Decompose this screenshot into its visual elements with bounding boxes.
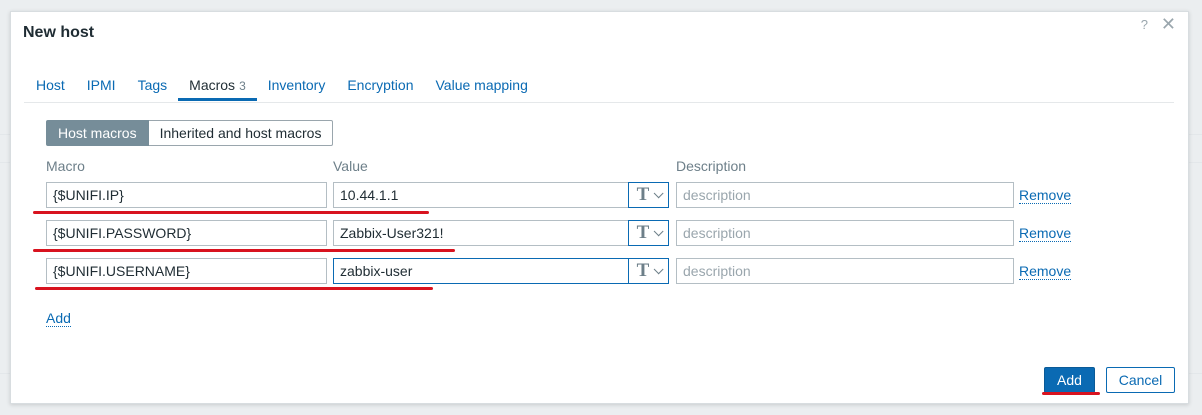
host-macros-button[interactable]: Host macros <box>46 120 149 146</box>
value-type-dropdown[interactable]: T <box>628 182 669 208</box>
remove-macro-link[interactable]: Remove <box>1019 187 1072 204</box>
dialog-title: New host <box>23 24 95 41</box>
chevron-down-icon <box>654 225 664 236</box>
description-column-header: Description <box>676 158 747 174</box>
annotation-underline <box>1042 392 1100 395</box>
tabs-divider <box>24 102 1174 103</box>
text-type-icon: T <box>636 260 650 281</box>
tab-macros-count: 3 <box>239 79 246 93</box>
remove-macro-link[interactable]: Remove <box>1019 225 1072 242</box>
macro-description-input[interactable]: description <box>676 220 1014 246</box>
macro-name-input[interactable]: {$UNIFI.USERNAME} <box>46 258 327 284</box>
chevron-down-icon <box>654 263 664 274</box>
remove-macro-link[interactable]: Remove <box>1019 263 1072 280</box>
value-column-header: Value <box>333 158 368 174</box>
close-icon[interactable]: ✕ <box>1161 14 1176 35</box>
macro-name-input[interactable]: {$UNIFI.IP} <box>46 182 327 208</box>
add-macro-link[interactable]: Add <box>46 310 71 327</box>
annotation-underline <box>33 211 429 214</box>
help-icon[interactable]: ? <box>1141 17 1148 32</box>
annotation-underline <box>35 287 433 290</box>
tab-macros-label: Macros <box>189 77 236 93</box>
new-host-dialog: New host ? ✕ Host IPMI Tags Macros 3 Inve… <box>10 11 1189 404</box>
macro-description-input[interactable]: description <box>676 182 1014 208</box>
tab-ipmi[interactable]: IPMI <box>76 76 127 101</box>
macro-value-input[interactable]: Zabbix-User321! <box>333 220 629 246</box>
tab-bar: Host IPMI Tags Macros 3 Inventory Encrypt… <box>24 76 539 102</box>
inherited-macros-button[interactable]: Inherited and host macros <box>148 120 334 146</box>
macro-column-header: Macro <box>46 158 85 174</box>
annotation-underline <box>33 249 455 252</box>
macro-name-input[interactable]: {$UNIFI.PASSWORD} <box>46 220 327 246</box>
add-host-button[interactable]: Add <box>1044 367 1095 393</box>
tab-macros[interactable]: Macros 3 <box>178 76 257 101</box>
value-type-dropdown[interactable]: T <box>628 258 669 284</box>
cancel-button[interactable]: Cancel <box>1106 367 1175 393</box>
tab-inventory[interactable]: Inventory <box>257 76 337 101</box>
text-type-icon: T <box>636 184 650 205</box>
tab-value-mapping[interactable]: Value mapping <box>425 76 539 101</box>
macro-description-input[interactable]: description <box>676 258 1014 284</box>
macro-value-input[interactable]: zabbix-user <box>333 258 629 284</box>
value-type-dropdown[interactable]: T <box>628 220 669 246</box>
tab-host[interactable]: Host <box>24 76 76 101</box>
text-type-icon: T <box>636 222 650 243</box>
tab-encryption[interactable]: Encryption <box>336 76 424 101</box>
macro-value-input[interactable]: 10.44.1.1 <box>333 182 629 208</box>
tab-tags[interactable]: Tags <box>127 76 179 101</box>
macro-view-switch: Host macros Inherited and host macros <box>46 120 334 146</box>
chevron-down-icon <box>654 187 664 198</box>
